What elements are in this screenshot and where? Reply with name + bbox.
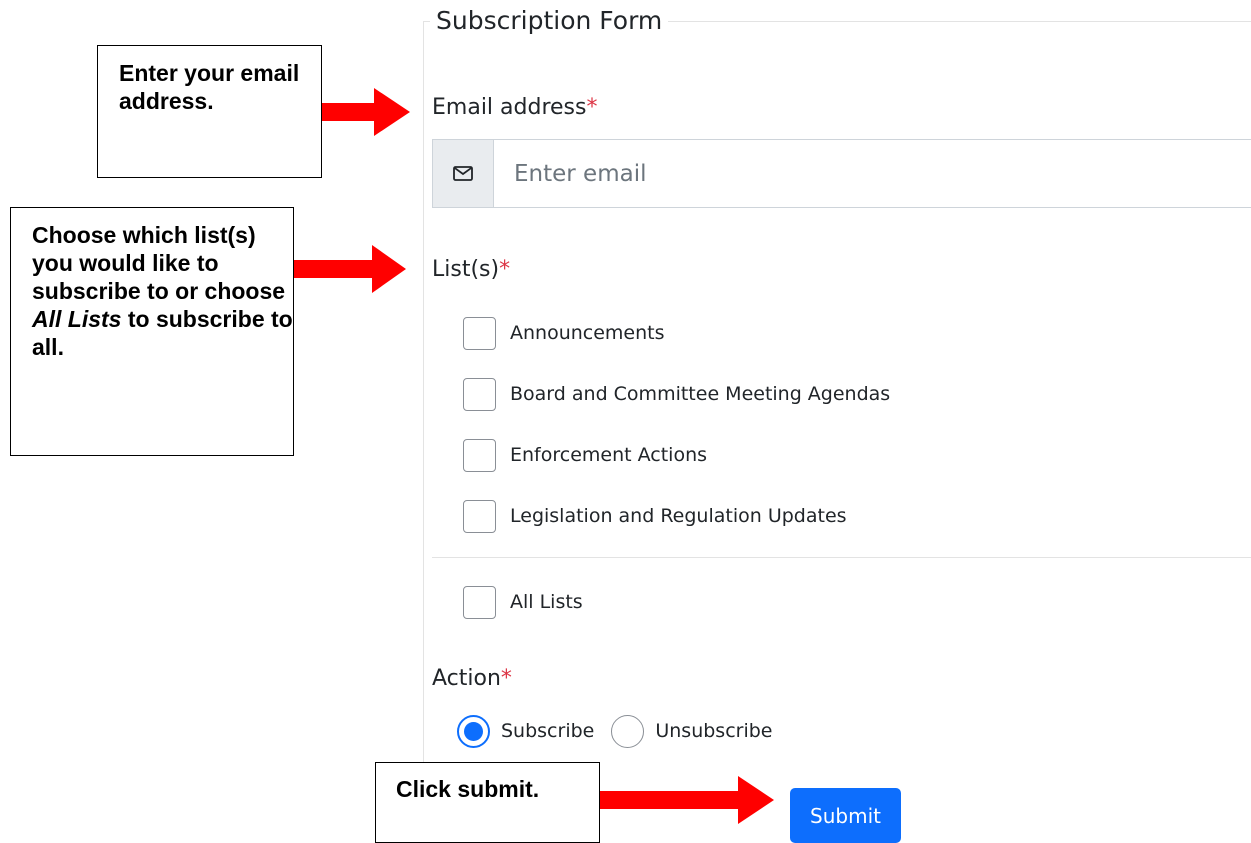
- action-label-text: Action: [432, 666, 501, 691]
- envelope-icon: [453, 166, 473, 181]
- subscribe-radio-label: Subscribe: [501, 720, 595, 742]
- checkbox-label: Enforcement Actions: [510, 444, 708, 466]
- checkbox-label: All Lists: [510, 591, 583, 613]
- email-label-text: Email address: [432, 95, 587, 120]
- required-asterisk: *: [500, 666, 512, 691]
- email-callout-text: Enter your email address.: [119, 60, 300, 114]
- checkbox[interactable]: [463, 377, 496, 411]
- lists-callout-prefix: Choose which list(s) you would like to s…: [32, 222, 286, 304]
- submit-callout-text: Click submit.: [396, 776, 540, 802]
- checkbox[interactable]: [463, 585, 496, 619]
- checkbox[interactable]: [463, 438, 496, 472]
- email-label: Email address*: [432, 93, 597, 123]
- checkbox-label: Board and Committee Meeting Agendas: [510, 383, 891, 405]
- lists-divider: [432, 557, 1251, 558]
- email-callout: Enter your email address.: [97, 45, 322, 178]
- email-addon: [432, 139, 493, 208]
- unsubscribe-radio[interactable]: [611, 714, 645, 748]
- screenshot-stage: Subscription Form Email address* List(s)…: [0, 0, 1251, 843]
- checkbox-label: Legislation and Regulation Updates: [510, 505, 847, 527]
- required-asterisk: *: [499, 257, 511, 282]
- action-label: Action*: [432, 664, 512, 694]
- checkbox[interactable]: [463, 499, 496, 533]
- lists-callout-text: Choose which list(s) you would like to s…: [32, 221, 293, 361]
- list-option-board-agendas[interactable]: Board and Committee Meeting Agendas: [463, 376, 890, 412]
- email-input[interactable]: [493, 139, 1251, 208]
- submit-arrow-icon: [600, 776, 774, 824]
- checkbox-label: Announcements: [510, 322, 665, 344]
- email-arrow-icon: [322, 88, 410, 136]
- lists-arrow-icon: [294, 245, 406, 293]
- list-option-all-lists[interactable]: All Lists: [463, 584, 583, 620]
- submit-button[interactable]: Submit: [790, 788, 901, 843]
- subscribe-radio[interactable]: [457, 714, 490, 748]
- required-asterisk: *: [586, 95, 598, 120]
- checkbox[interactable]: [463, 316, 496, 350]
- email-input-group: [432, 139, 1251, 208]
- submit-callout: Click submit.: [375, 762, 600, 843]
- action-radio-group: Subscribe Unsubscribe: [457, 713, 790, 749]
- lists-callout: Choose which list(s) you would like to s…: [10, 207, 294, 456]
- fieldset-border-left: [423, 21, 424, 843]
- lists-label-text: List(s): [432, 257, 500, 282]
- lists-label: List(s)*: [432, 255, 510, 285]
- form-legend: Subscription Form: [430, 2, 669, 40]
- list-option-legislation-updates[interactable]: Legislation and Regulation Updates: [463, 498, 847, 534]
- list-option-announcements[interactable]: Announcements: [463, 315, 665, 351]
- lists-callout-emphasis: All Lists: [32, 306, 122, 332]
- list-option-enforcement-actions[interactable]: Enforcement Actions: [463, 437, 707, 473]
- unsubscribe-radio-label: Unsubscribe: [655, 720, 773, 742]
